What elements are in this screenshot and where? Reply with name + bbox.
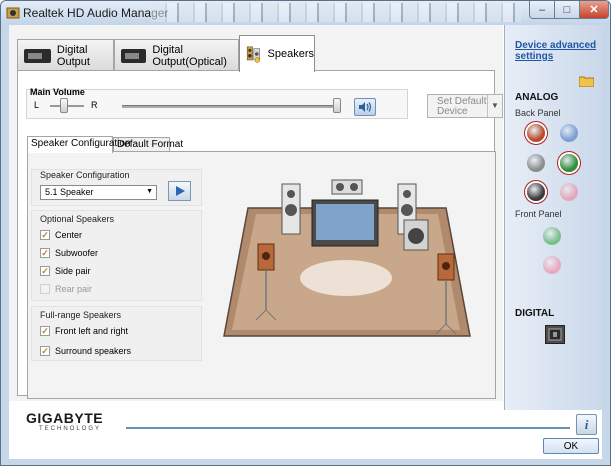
front-left-right-checkbox[interactable]: ✓ [40, 326, 50, 336]
tab-label: Digital Output(Optical) [152, 43, 227, 68]
front-panel-label: Front Panel [515, 209, 562, 219]
subwoofer-checkbox-row[interactable]: ✓ Subwoofer [40, 246, 98, 260]
speaker-config-select[interactable]: 5.1 Speaker ▼ [40, 185, 157, 200]
front-jack-pink[interactable] [543, 256, 561, 274]
speaker-configuration-panel: Speaker Configuration 5.1 Speaker ▼ Opti… [27, 151, 496, 399]
chevron-down-icon[interactable]: ▼ [487, 95, 502, 117]
set-default-device-label: Set Default Device [437, 96, 487, 117]
folder-icon[interactable] [579, 75, 594, 87]
back-jack-orange[interactable] [527, 124, 545, 142]
advanced-link-line1: Device advanced [515, 40, 597, 51]
side-pair-checkbox[interactable]: ✓ [40, 266, 50, 276]
optional-speakers-title: Optional Speakers [40, 214, 115, 224]
tab-label: Digital Output [56, 43, 90, 68]
right-panel: Device advanced settings ANALOG Back Pan… [504, 25, 602, 410]
main-volume-title: Main Volume [30, 87, 85, 97]
digital-connector-icon[interactable] [545, 325, 565, 344]
back-jack-green[interactable] [560, 154, 578, 172]
ok-button[interactable]: OK [543, 438, 599, 454]
rear-pair-checkbox-row: Rear pair [40, 282, 92, 296]
digital-title: DIGITAL [515, 308, 555, 319]
back-jack-blue[interactable] [560, 124, 578, 142]
rear-pair-label: Rear pair [55, 284, 93, 294]
device-advanced-settings-link[interactable]: Device advanced settings [515, 40, 596, 62]
back-jack-pink[interactable] [560, 183, 578, 201]
speaker-room-illustration [223, 179, 471, 337]
side-pair-label: Side pair [55, 266, 91, 276]
tab-digital-output[interactable]: Digital Output [17, 39, 114, 71]
tab-label: Speaker Configuration [31, 138, 131, 149]
surround-speakers-checkbox-row[interactable]: ✓ Surround speakers [40, 344, 131, 358]
title-bar: Realtek HD Audio Manager – □ ✕ [1, 1, 610, 25]
client-area: Digital Output Digital Output(Optical) S… [9, 25, 602, 459]
chevron-down-icon: ▼ [146, 188, 153, 195]
front-left-right-checkbox-row[interactable]: ✓ Front left and right [40, 324, 128, 338]
speakers-icon [246, 46, 261, 63]
minimize-button[interactable]: – [529, 1, 555, 19]
speaker-volume-icon [359, 102, 372, 112]
balance-slider-thumb[interactable] [60, 98, 68, 113]
center-checkbox[interactable]: ✓ [40, 230, 50, 240]
fullrange-speakers-title: Full-range Speakers [40, 310, 122, 320]
tab-speakers[interactable]: Speakers [239, 35, 315, 72]
analog-title: ANALOG [515, 92, 559, 103]
tab-label: Speakers [267, 48, 314, 60]
volume-slider-track[interactable] [122, 105, 340, 108]
optical-output-icon [121, 48, 147, 63]
info-icon: i [584, 416, 589, 432]
subwoofer-label: Subwoofer [55, 248, 99, 258]
back-panel-label: Back Panel [515, 108, 561, 118]
audio-manager-window: Realtek HD Audio Manager – □ ✕ Digital O… [0, 0, 611, 466]
balance-right-label: R [91, 100, 98, 110]
back-jack-gray[interactable] [527, 154, 545, 172]
volume-slider-thumb[interactable] [333, 98, 341, 113]
gigabyte-tagline: TECHNOLOGY [39, 426, 102, 432]
set-default-device-button[interactable]: Set Default Device ▼ [427, 94, 503, 118]
advanced-link-line2: settings [515, 51, 554, 62]
center-checkbox-row[interactable]: ✓ Center [40, 228, 82, 242]
speaker-config-title: Speaker Configuration [40, 170, 130, 180]
surround-speakers-label: Surround speakers [55, 346, 132, 356]
rear-pair-checkbox [40, 284, 50, 294]
digital-output-icon [24, 48, 51, 63]
maximize-button[interactable]: □ [554, 1, 580, 19]
back-jack-black[interactable] [527, 183, 545, 201]
title-bar-background-pattern [151, 3, 521, 22]
close-button[interactable]: ✕ [579, 1, 609, 19]
gigabyte-logo: GIGABYTE [26, 410, 104, 426]
front-left-right-label: Front left and right [55, 326, 129, 336]
surround-speakers-checkbox[interactable]: ✓ [40, 346, 50, 356]
main-area: Digital Output Digital Output(Optical) S… [9, 25, 503, 401]
side-pair-checkbox-row[interactable]: ✓ Side pair [40, 264, 91, 278]
mute-button[interactable] [354, 98, 376, 116]
info-button[interactable]: i [576, 414, 597, 435]
play-test-button[interactable] [168, 181, 191, 201]
speaker-config-value: 5.1 Speaker [45, 187, 94, 197]
window-title: Realtek HD Audio Manager [23, 6, 169, 20]
footer-divider [126, 427, 570, 429]
subwoofer-checkbox[interactable]: ✓ [40, 248, 50, 258]
tab-digital-output-optical[interactable]: Digital Output(Optical) [114, 39, 239, 71]
balance-left-label: L [34, 100, 40, 110]
front-jack-green[interactable] [543, 227, 561, 245]
footer: GIGABYTE TECHNOLOGY [9, 401, 570, 459]
center-label: Center [55, 230, 83, 240]
speaker-app-icon [6, 7, 20, 19]
play-icon [175, 186, 185, 196]
tab-speaker-configuration[interactable]: Speaker Configuration [27, 136, 131, 153]
ok-label: OK [563, 440, 579, 452]
